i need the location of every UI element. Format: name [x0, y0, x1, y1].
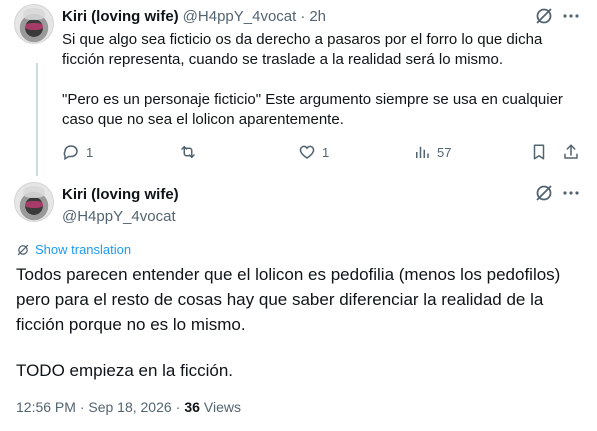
thread-line [36, 63, 38, 176]
post-meta: 12:56 PM · Sep 18, 2026 · 36 Views [16, 399, 241, 415]
reply-icon [63, 145, 78, 161]
meta-separator: · [175, 399, 181, 415]
retweet-icon [181, 146, 195, 158]
author-name[interactable]: Kiri (loving wife) [62, 185, 179, 205]
views-button[interactable]: 57 [413, 143, 451, 161]
avatar[interactable] [14, 4, 54, 44]
grok-icon[interactable] [534, 183, 554, 203]
tweet-text: Todos parecen entender que el lolicon es… [16, 262, 584, 383]
reply-count: 1 [86, 144, 94, 160]
tweet-text: Si que algo sea ficticio os da derecho a… [62, 30, 584, 130]
text-paragraph: "Pero es un personaje ficticio" Este arg… [62, 91, 563, 128]
views-count: 36 [184, 399, 200, 415]
like-icon [299, 145, 315, 159]
post-time[interactable]: 2h [309, 8, 326, 25]
views-label: Views [203, 399, 242, 415]
grok-icon[interactable] [534, 6, 554, 26]
translate-icon [17, 244, 29, 255]
bookmark-icon[interactable] [530, 143, 548, 161]
like-count: 1 [322, 144, 330, 160]
avatar[interactable] [14, 182, 54, 222]
show-translation-link[interactable]: Show translation [16, 242, 131, 257]
author-name[interactable]: Kiri (loving wife) [62, 8, 179, 25]
reply-button[interactable]: 1 [62, 143, 93, 161]
post-timestamp[interactable]: 12:56 PM · Sep 18, 2026 [16, 399, 172, 415]
text-paragraph: TODO empieza en la ficción. [16, 361, 233, 380]
retweet-button[interactable] [178, 143, 204, 161]
more-icon[interactable] [561, 6, 581, 26]
author-handle[interactable]: @H4ppY_4vocat [62, 207, 179, 227]
header-separator: · [300, 8, 306, 25]
text-paragraph: Todos parecen entender que el lolicon es… [16, 265, 561, 334]
author-handle[interactable]: @H4ppY_4vocat [183, 8, 297, 25]
like-button[interactable]: 1 [298, 143, 329, 161]
view-count: 57 [437, 144, 452, 160]
author-block: Kiri (loving wife) @H4ppY_4vocat [62, 185, 179, 227]
text-paragraph: Si que algo sea ficticio os da derecho a… [62, 31, 543, 68]
show-translation-label: Show translation [35, 242, 132, 257]
tweet-header: Kiri (loving wife) @H4ppY_4vocat · 2h [62, 8, 326, 25]
share-icon[interactable] [562, 143, 580, 161]
views-icon [416, 146, 429, 158]
more-icon[interactable] [561, 183, 581, 203]
